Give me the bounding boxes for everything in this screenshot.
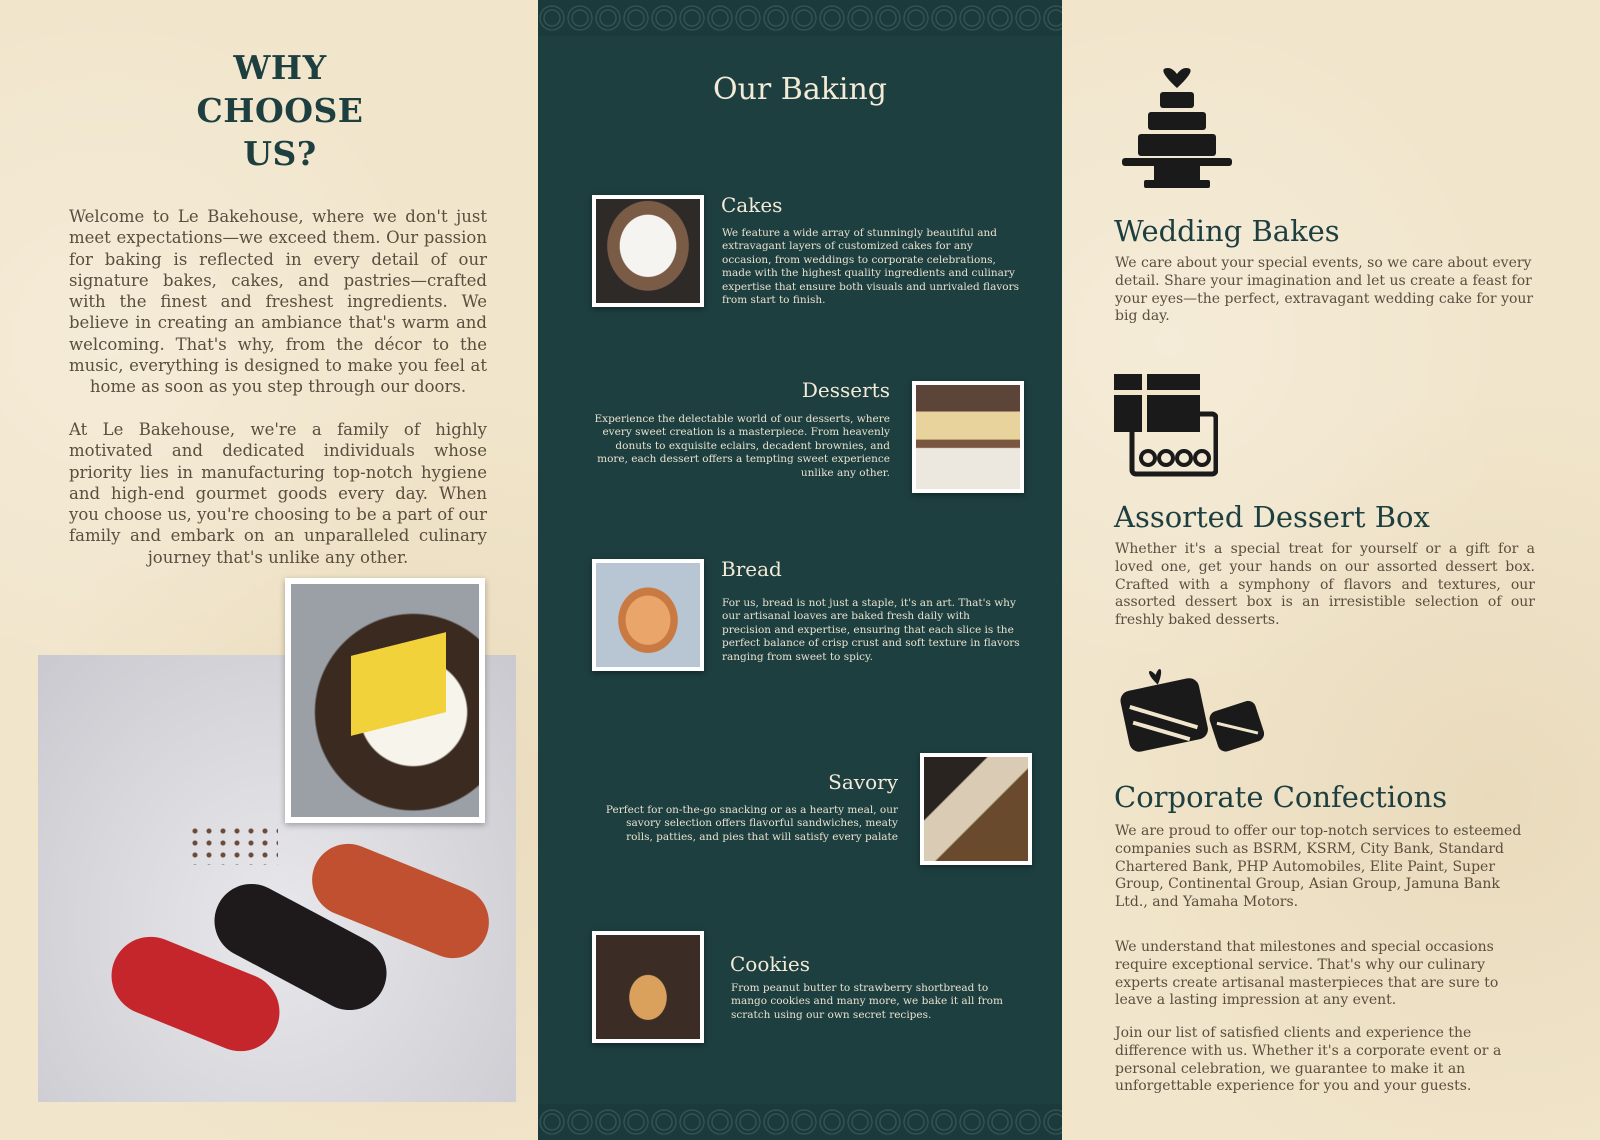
decorative-pattern xyxy=(538,1104,1062,1140)
assorted-dessert-box-title: Assorted Dessert Box xyxy=(1114,500,1430,534)
dessert-box-icon xyxy=(1114,374,1218,477)
heading-line: CHOOSE xyxy=(196,91,364,130)
desserts-title: Desserts xyxy=(801,378,890,402)
corporate-join-text: Join our list of satisfied clients and e… xyxy=(1115,1025,1502,1095)
left-panel: WHY CHOOSE US? Welcome to Le Bakehouse, … xyxy=(0,0,538,1140)
cake-slice-photo xyxy=(285,578,485,823)
decorative-pattern xyxy=(538,0,1062,36)
heading-line: US? xyxy=(243,134,317,173)
wedding-bakes-title: Wedding Bakes xyxy=(1114,214,1340,248)
heading-line: WHY xyxy=(233,48,327,87)
cookies-photo xyxy=(592,931,704,1043)
bread-title: Bread xyxy=(721,557,782,581)
gift-boxes-icon xyxy=(1120,668,1264,752)
desserts-photo xyxy=(912,381,1024,493)
our-baking-panel: Our Baking Cakes We feature a wide array… xyxy=(538,0,1062,1140)
cakes-photo xyxy=(592,195,704,307)
our-baking-title: Our Baking xyxy=(712,72,888,107)
desserts-text: Experience the delectable world of our d… xyxy=(594,413,891,479)
bread-photo xyxy=(592,559,704,671)
intro-paragraph: Welcome to Le Bakehouse, where we don't … xyxy=(69,207,487,397)
cookies-text: From peanut butter to strawberry shortbr… xyxy=(731,982,1003,1021)
corporate-clients-text: We are proud to offer our top-notch serv… xyxy=(1115,823,1522,911)
cookies-title: Cookies xyxy=(730,952,810,976)
savory-title: Savory xyxy=(828,770,898,794)
wedding-cake-icon xyxy=(1122,68,1232,188)
bread-text: For us, bread is not just a staple, it's… xyxy=(722,597,1020,663)
assorted-dessert-box-text: Whether it's a special treat for yoursel… xyxy=(1115,541,1535,629)
savory-text: Perfect for on-the-go snacking or as a h… xyxy=(605,804,898,843)
wedding-bakes-text: We care about your special events, so we… xyxy=(1115,255,1534,325)
cakes-title: Cakes xyxy=(721,193,783,217)
corporate-confections-title: Corporate Confections xyxy=(1114,780,1448,814)
corporate-occasions-text: We understand that milestones and specia… xyxy=(1115,939,1499,1009)
family-paragraph: At Le Bakehouse, we're a family of highl… xyxy=(69,420,487,567)
why-choose-us-heading: WHY CHOOSE US? xyxy=(180,46,380,175)
cakes-text: We feature a wide array of stunningly be… xyxy=(722,227,1019,307)
savory-photo xyxy=(920,753,1032,865)
